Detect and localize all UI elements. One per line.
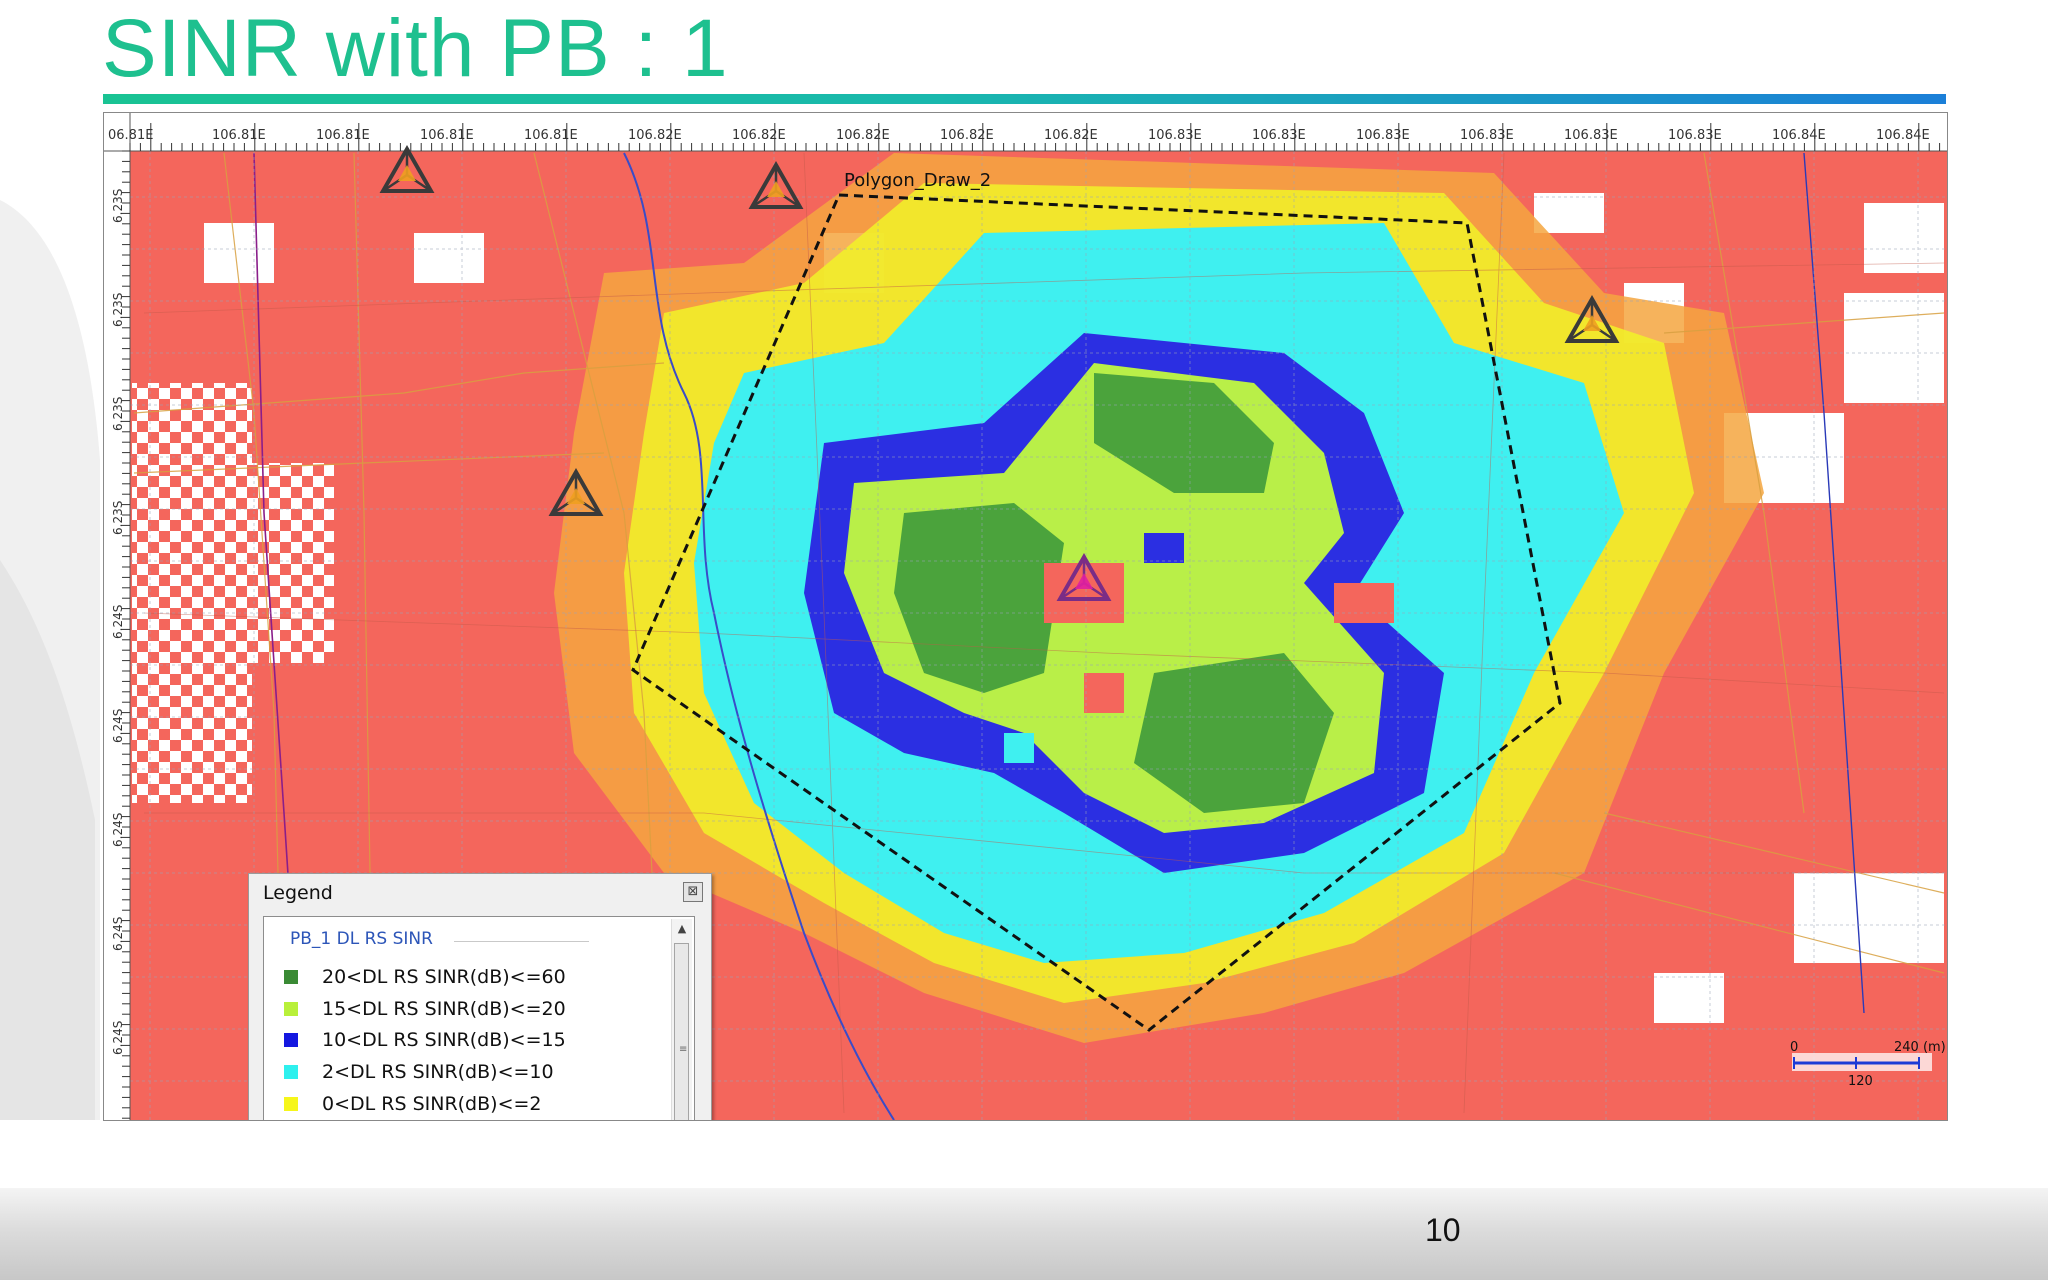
left-axis-label: 6.24S xyxy=(111,1021,125,1055)
legend-swatch xyxy=(284,969,298,984)
scale-end: 240 (m) xyxy=(1894,1040,1946,1055)
scroll-thumb[interactable]: ≡ xyxy=(674,943,689,1120)
top-axis-label: 106.83E xyxy=(1356,128,1410,143)
legend-item-label: 15<DL RS SINR(dB)<=20 xyxy=(322,997,566,1020)
scroll-grip-icon: ≡ xyxy=(679,1044,688,1055)
left-axis-label: 6.24S xyxy=(111,605,125,639)
legend-window[interactable]: Legend ⊠ PB_1 DL RS SINR 20<DL RS SINR(d… xyxy=(248,873,712,1121)
legend-item: 0<DL RS SINR(dB)<=2 xyxy=(284,1088,567,1120)
left-axis-label: 6.23S xyxy=(111,293,125,327)
top-axis-label: 106.81E xyxy=(316,128,370,143)
top-axis-label: 06.81E xyxy=(108,128,153,143)
legend-group-title: PB_1 DL RS SINR xyxy=(290,929,433,949)
legend-item-label: 20<DL RS SINR(dB)<=60 xyxy=(322,965,566,988)
legend-swatch xyxy=(284,1065,298,1080)
legend-scrollbar[interactable]: ▲ ≡ ▼ xyxy=(671,919,692,1120)
scale-zero: 0 xyxy=(1790,1040,1798,1055)
slide-title: SINR with PB : 1 xyxy=(102,3,729,94)
legend-panel: PB_1 DL RS SINR 20<DL RS SINR(dB)<=60 15<… xyxy=(263,916,695,1121)
slide-footer xyxy=(0,1188,2048,1280)
top-axis-label: 106.81E xyxy=(420,128,474,143)
top-axis-label: 106.81E xyxy=(524,128,578,143)
top-axis-label: 106.83E xyxy=(1460,128,1514,143)
left-axis-label: 6.24S xyxy=(111,917,125,951)
top-axis-label: 106.81E xyxy=(212,128,266,143)
top-axis-label: 106.82E xyxy=(836,128,890,143)
legend-swatch xyxy=(284,1001,298,1016)
legend-item: 15<DL RS SINR(dB)<=20 xyxy=(284,993,567,1025)
scale-mid: 120 xyxy=(1848,1074,1873,1089)
legend-item: 2<DL RS SINR(dB)<=10 xyxy=(284,1056,567,1088)
top-axis-label: 106.83E xyxy=(1148,128,1202,143)
legend-item: 10<DL RS SINR(dB)<=15 xyxy=(284,1025,567,1057)
sinr-coverage-map[interactable]: 06.81E 106.81E 106.81E 106.81E 106.81E 106.82… xyxy=(103,112,1948,1121)
close-icon[interactable]: ⊠ xyxy=(683,882,703,902)
top-axis-label: 106.84E xyxy=(1876,128,1930,143)
legend-swatch xyxy=(284,1097,298,1112)
left-axis-label: 6.23S xyxy=(111,397,125,431)
top-axis-label: 106.83E xyxy=(1564,128,1618,143)
top-axis-label: 106.82E xyxy=(1044,128,1098,143)
top-axis-label: 106.83E xyxy=(1668,128,1722,143)
legend-item-label: 10<DL RS SINR(dB)<=15 xyxy=(322,1029,566,1052)
legend-title: Legend xyxy=(263,882,333,904)
legend-item-label: 0<DL RS SINR(dB)<=2 xyxy=(322,1093,542,1116)
left-axis-label: 6.23S xyxy=(111,501,125,535)
left-axis-label: 6.23S xyxy=(111,189,125,223)
scroll-up-icon[interactable]: ▲ xyxy=(672,919,692,939)
top-axis-label: 106.82E xyxy=(940,128,994,143)
top-axis-label: 106.82E xyxy=(628,128,682,143)
legend-items: 20<DL RS SINR(dB)<=60 15<DL RS SINR(dB)<=… xyxy=(284,961,567,1121)
page-number: 10 xyxy=(1425,1212,1461,1248)
top-axis-label: 106.83E xyxy=(1252,128,1306,143)
polygon-label: Polygon_Draw_2 xyxy=(844,170,991,191)
left-axis-label: 6.24S xyxy=(111,709,125,743)
legend-item: -2<DL RS SINR(dB)<=0 xyxy=(284,1120,567,1121)
legend-item: 20<DL RS SINR(dB)<=60 xyxy=(284,961,567,993)
left-axis-label: 6.24S xyxy=(111,813,125,847)
legend-group-divider xyxy=(454,941,589,942)
top-axis-label: 106.84E xyxy=(1772,128,1826,143)
legend-item-label: 2<DL RS SINR(dB)<=10 xyxy=(322,1061,554,1084)
legend-swatch xyxy=(284,1033,298,1048)
top-axis-label: 106.82E xyxy=(732,128,786,143)
title-underline xyxy=(103,94,1946,104)
